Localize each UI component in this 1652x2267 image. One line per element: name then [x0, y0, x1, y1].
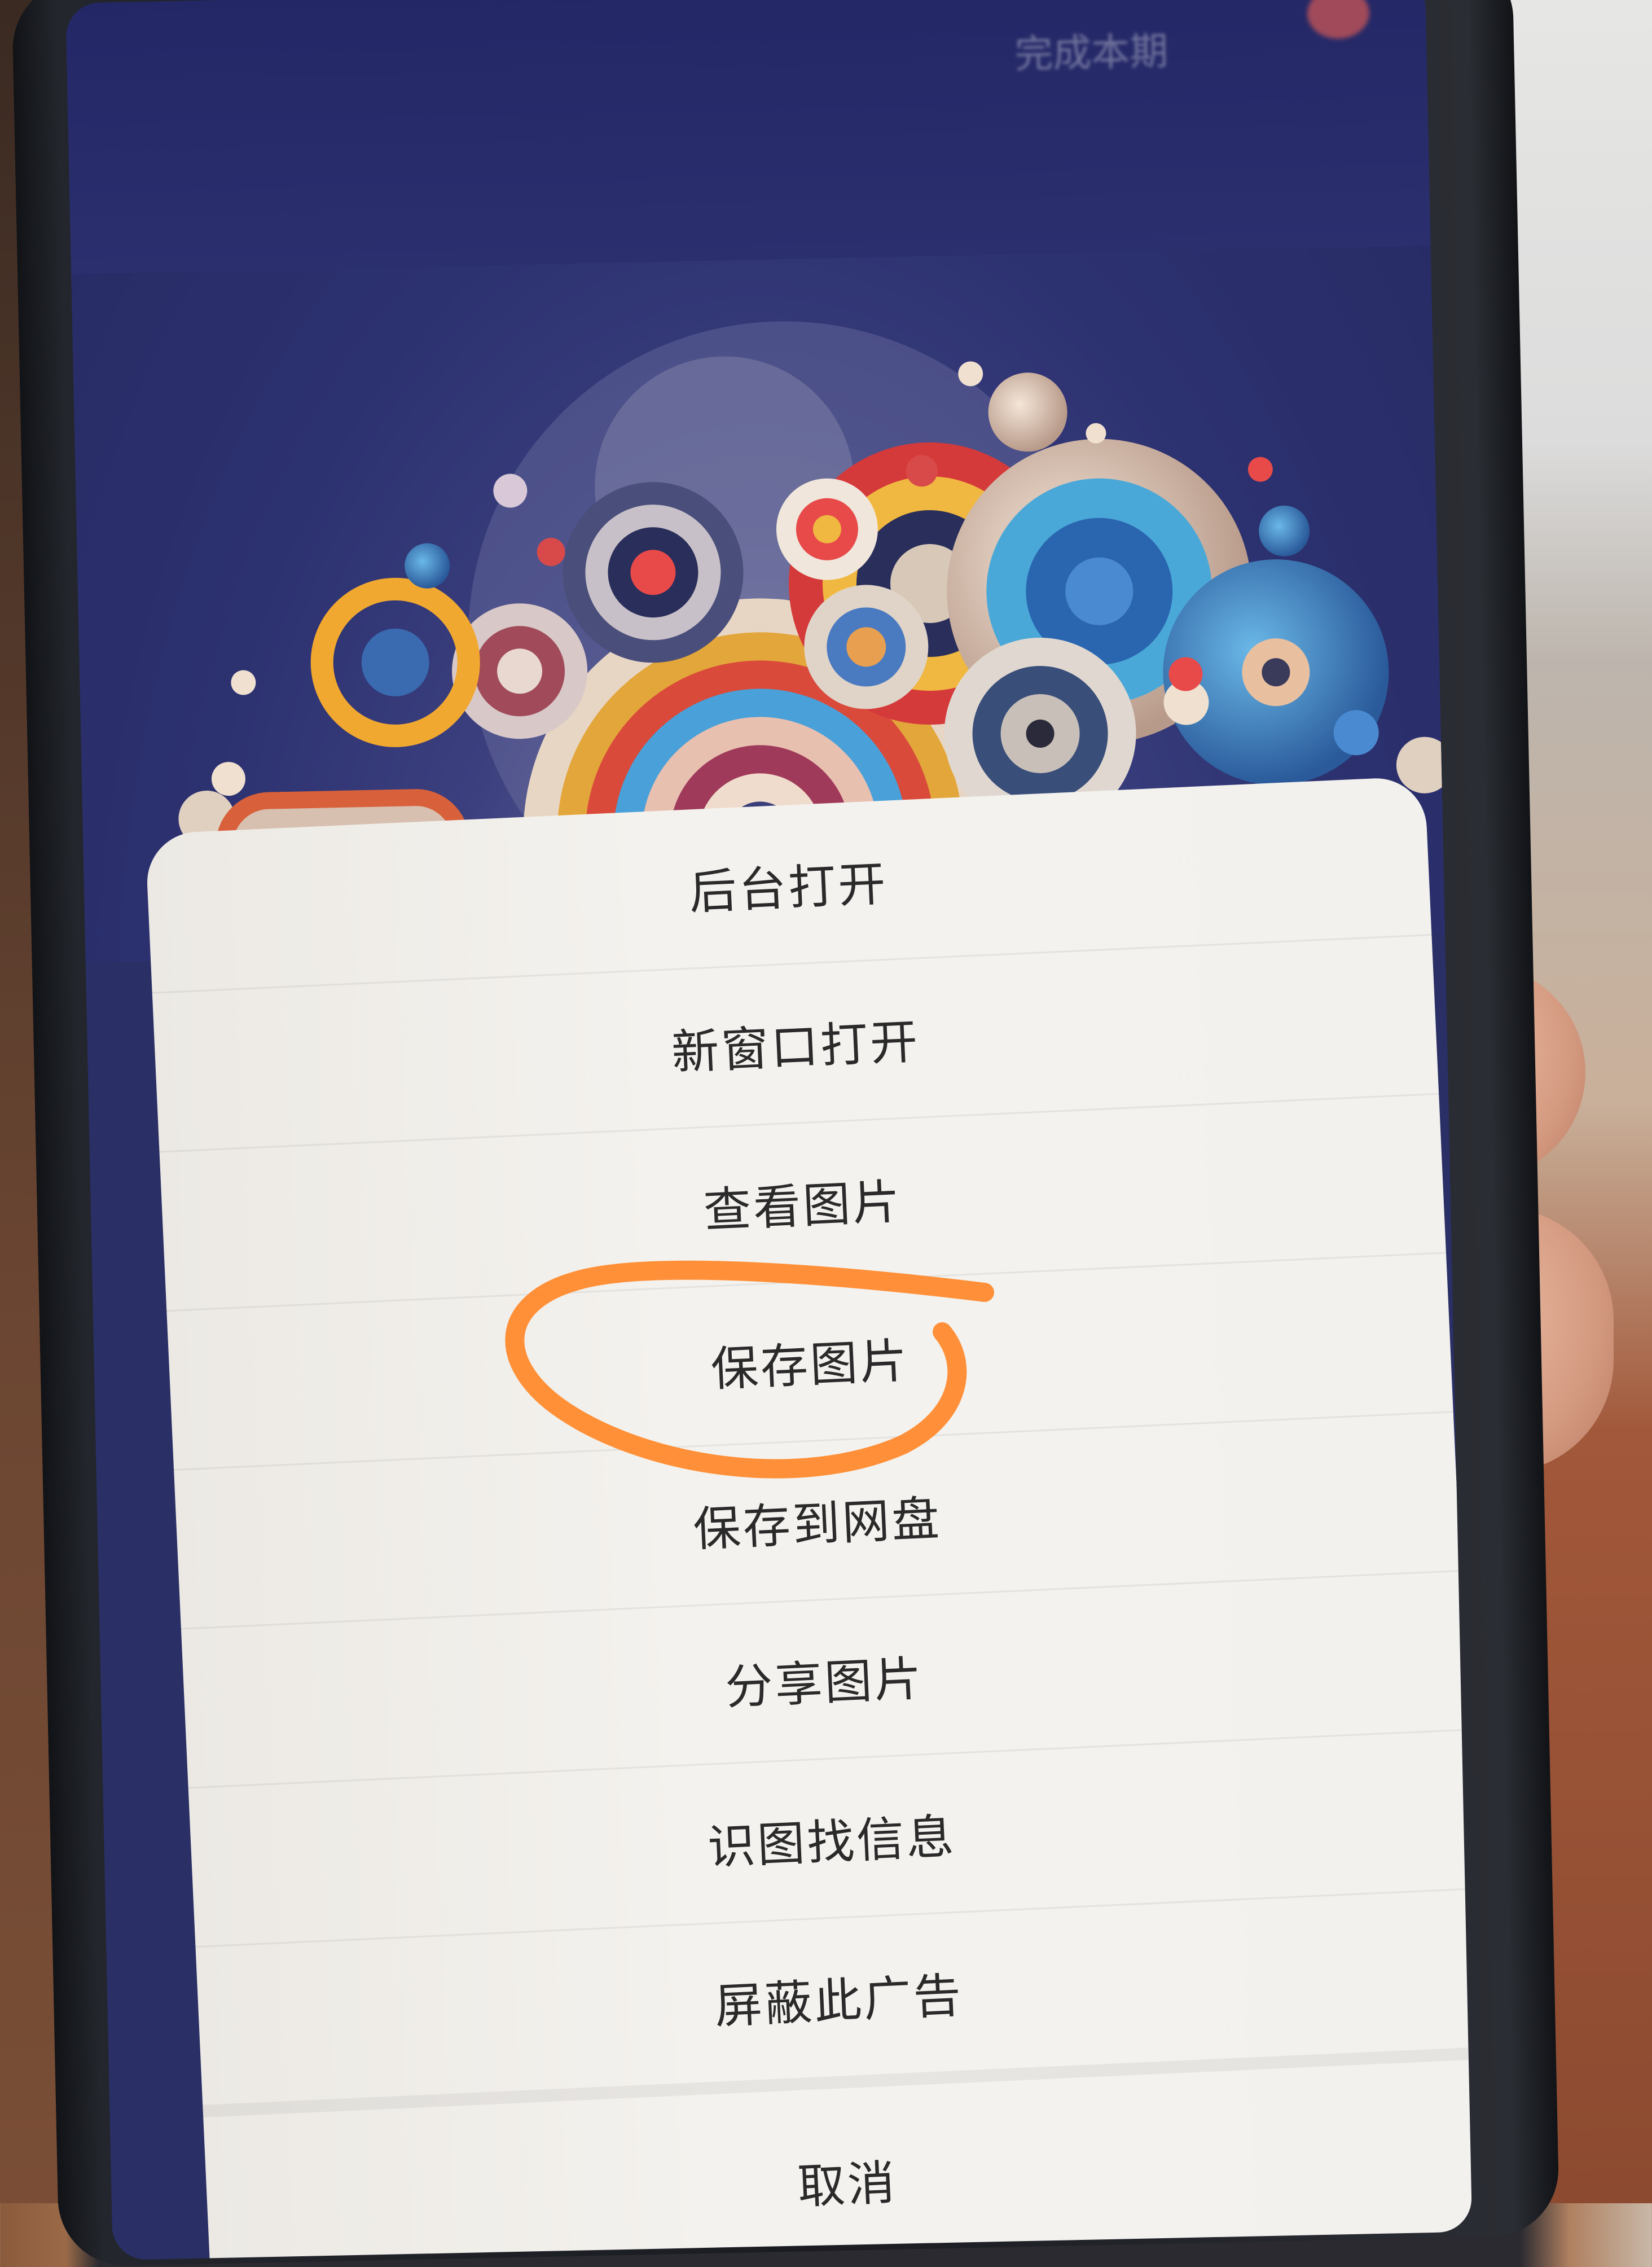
phone-body: 完成本期 后台打开 新窗口打开 查看图片 保存图片 保存到网盘 分享图片 识图找… [11, 0, 1560, 2267]
phone-screen: 完成本期 后台打开 新窗口打开 查看图片 保存图片 保存到网盘 分享图片 识图找… [65, 0, 1473, 2260]
context-menu-sheet: 后台打开 新窗口打开 查看图片 保存图片 保存到网盘 分享图片 识图找信息 屏蔽… [144, 776, 1473, 2260]
